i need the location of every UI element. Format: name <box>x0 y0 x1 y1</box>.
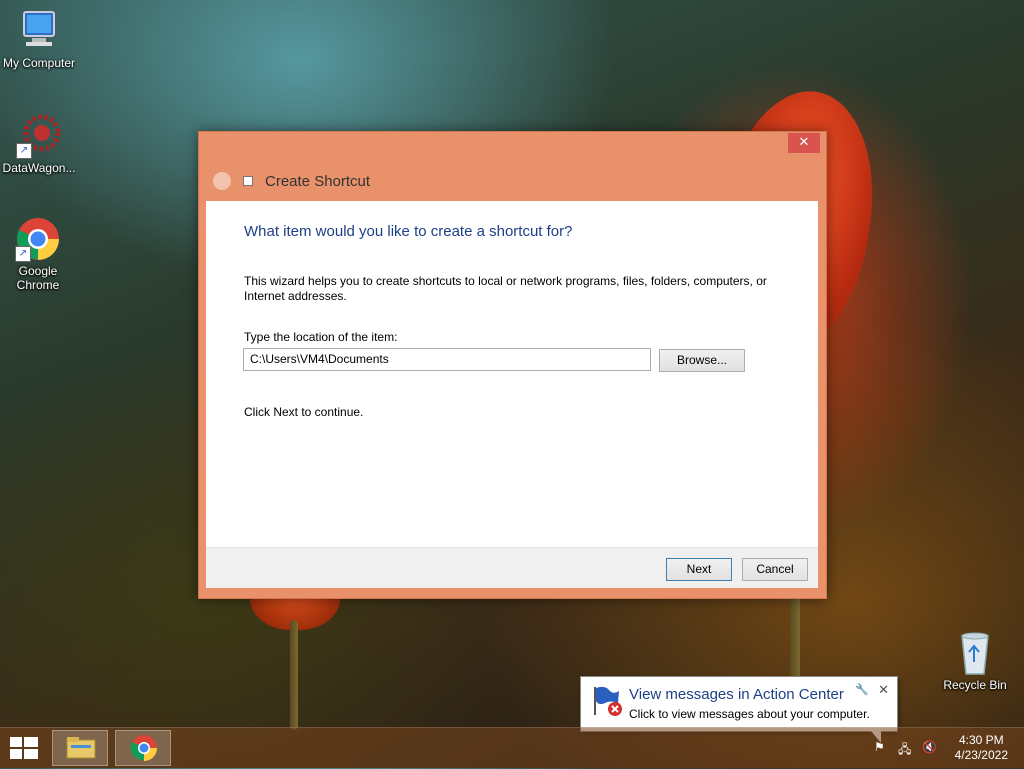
action-center-notification[interactable]: View messages in Action Center Click to … <box>580 676 898 743</box>
close-button[interactable]: ✕ <box>788 133 820 153</box>
chrome-icon <box>130 735 157 761</box>
dialog-description: This wizard helps you to create shortcut… <box>244 274 767 303</box>
windows-logo-pane <box>24 737 38 747</box>
dialog-footer: Next Cancel <box>206 547 818 588</box>
cancel-button[interactable]: Cancel <box>742 558 808 581</box>
desktop-icon-my-computer[interactable]: My Computer <box>0 8 79 70</box>
continue-instruction: Click Next to continue. <box>244 405 364 419</box>
desktop-icon-label: My Computer <box>2 56 76 70</box>
shortcut-arrow-icon: ↗ <box>16 143 32 159</box>
location-label: Type the location of the item: <box>244 330 398 344</box>
browse-button[interactable]: Browse... <box>659 349 745 372</box>
shortcut-arrow-icon: ↗ <box>15 246 31 262</box>
desktop-icon-label: DataWagon... <box>2 161 76 175</box>
computer-icon <box>16 8 62 54</box>
windows-logo-pane <box>10 749 22 759</box>
taskbar-google-chrome[interactable] <box>115 730 171 766</box>
dialog-heading: What item would you like to create a sho… <box>244 223 573 240</box>
folder-icon <box>66 737 96 759</box>
desktop-icon-recycle-bin[interactable]: Recycle Bin <box>935 630 1015 692</box>
location-input[interactable]: C:\Users\VM4\Documents <box>243 348 651 371</box>
dialog-title: Create Shortcut <box>265 172 371 190</box>
clock-time: 4:30 PM <box>958 733 1004 747</box>
notification-title: View messages in Action Center <box>629 686 844 703</box>
notification-text: Click to view messages about your comput… <box>629 707 870 721</box>
dialog-body: What item would you like to create a sho… <box>206 201 818 588</box>
system-clock[interactable]: 4:30 PM 4/23/2022 <box>955 733 1008 763</box>
dialog-header: ← Create Shortcut <box>207 170 370 192</box>
datawagon-icon: ↗ <box>16 113 62 159</box>
windows-logo-pane <box>24 749 38 759</box>
taskbar-file-explorer[interactable] <box>52 730 108 766</box>
desktop-icon-google-chrome[interactable]: ↗ Google Chrome <box>0 216 77 292</box>
taskbar: ⚑ 🖧 🔇 4:30 PM 4/23/2022 <box>0 727 1024 768</box>
settings-wrench-icon[interactable]: 🔧 <box>855 683 869 696</box>
notification-close-button[interactable]: ✕ <box>878 683 889 698</box>
chrome-icon: ↗ <box>15 216 61 262</box>
wallpaper-stem-2 <box>290 620 298 730</box>
create-shortcut-dialog: ✕ ← Create Shortcut What item would you … <box>198 131 827 599</box>
desktop-icon-datawagon[interactable]: ↗ DataWagon... <box>0 113 79 175</box>
action-center-flag-icon <box>591 685 623 721</box>
volume-muted-icon[interactable]: 🔇 <box>922 740 938 754</box>
start-button[interactable] <box>10 737 38 759</box>
network-icon[interactable]: 🖧 <box>898 740 914 756</box>
clock-date: 4/23/2022 <box>954 748 1008 762</box>
next-button[interactable]: Next <box>666 558 732 581</box>
back-arrow-icon[interactable]: ← <box>213 172 231 190</box>
shortcut-icon <box>243 176 253 186</box>
desktop-icon-label: Recycle Bin <box>943 678 1007 692</box>
recycle-bin-icon <box>952 630 998 676</box>
action-center-flag-tray-icon[interactable]: ⚑ <box>874 740 890 754</box>
windows-logo-icon <box>10 737 22 747</box>
desktop-icon-label: Google Chrome <box>16 264 60 292</box>
